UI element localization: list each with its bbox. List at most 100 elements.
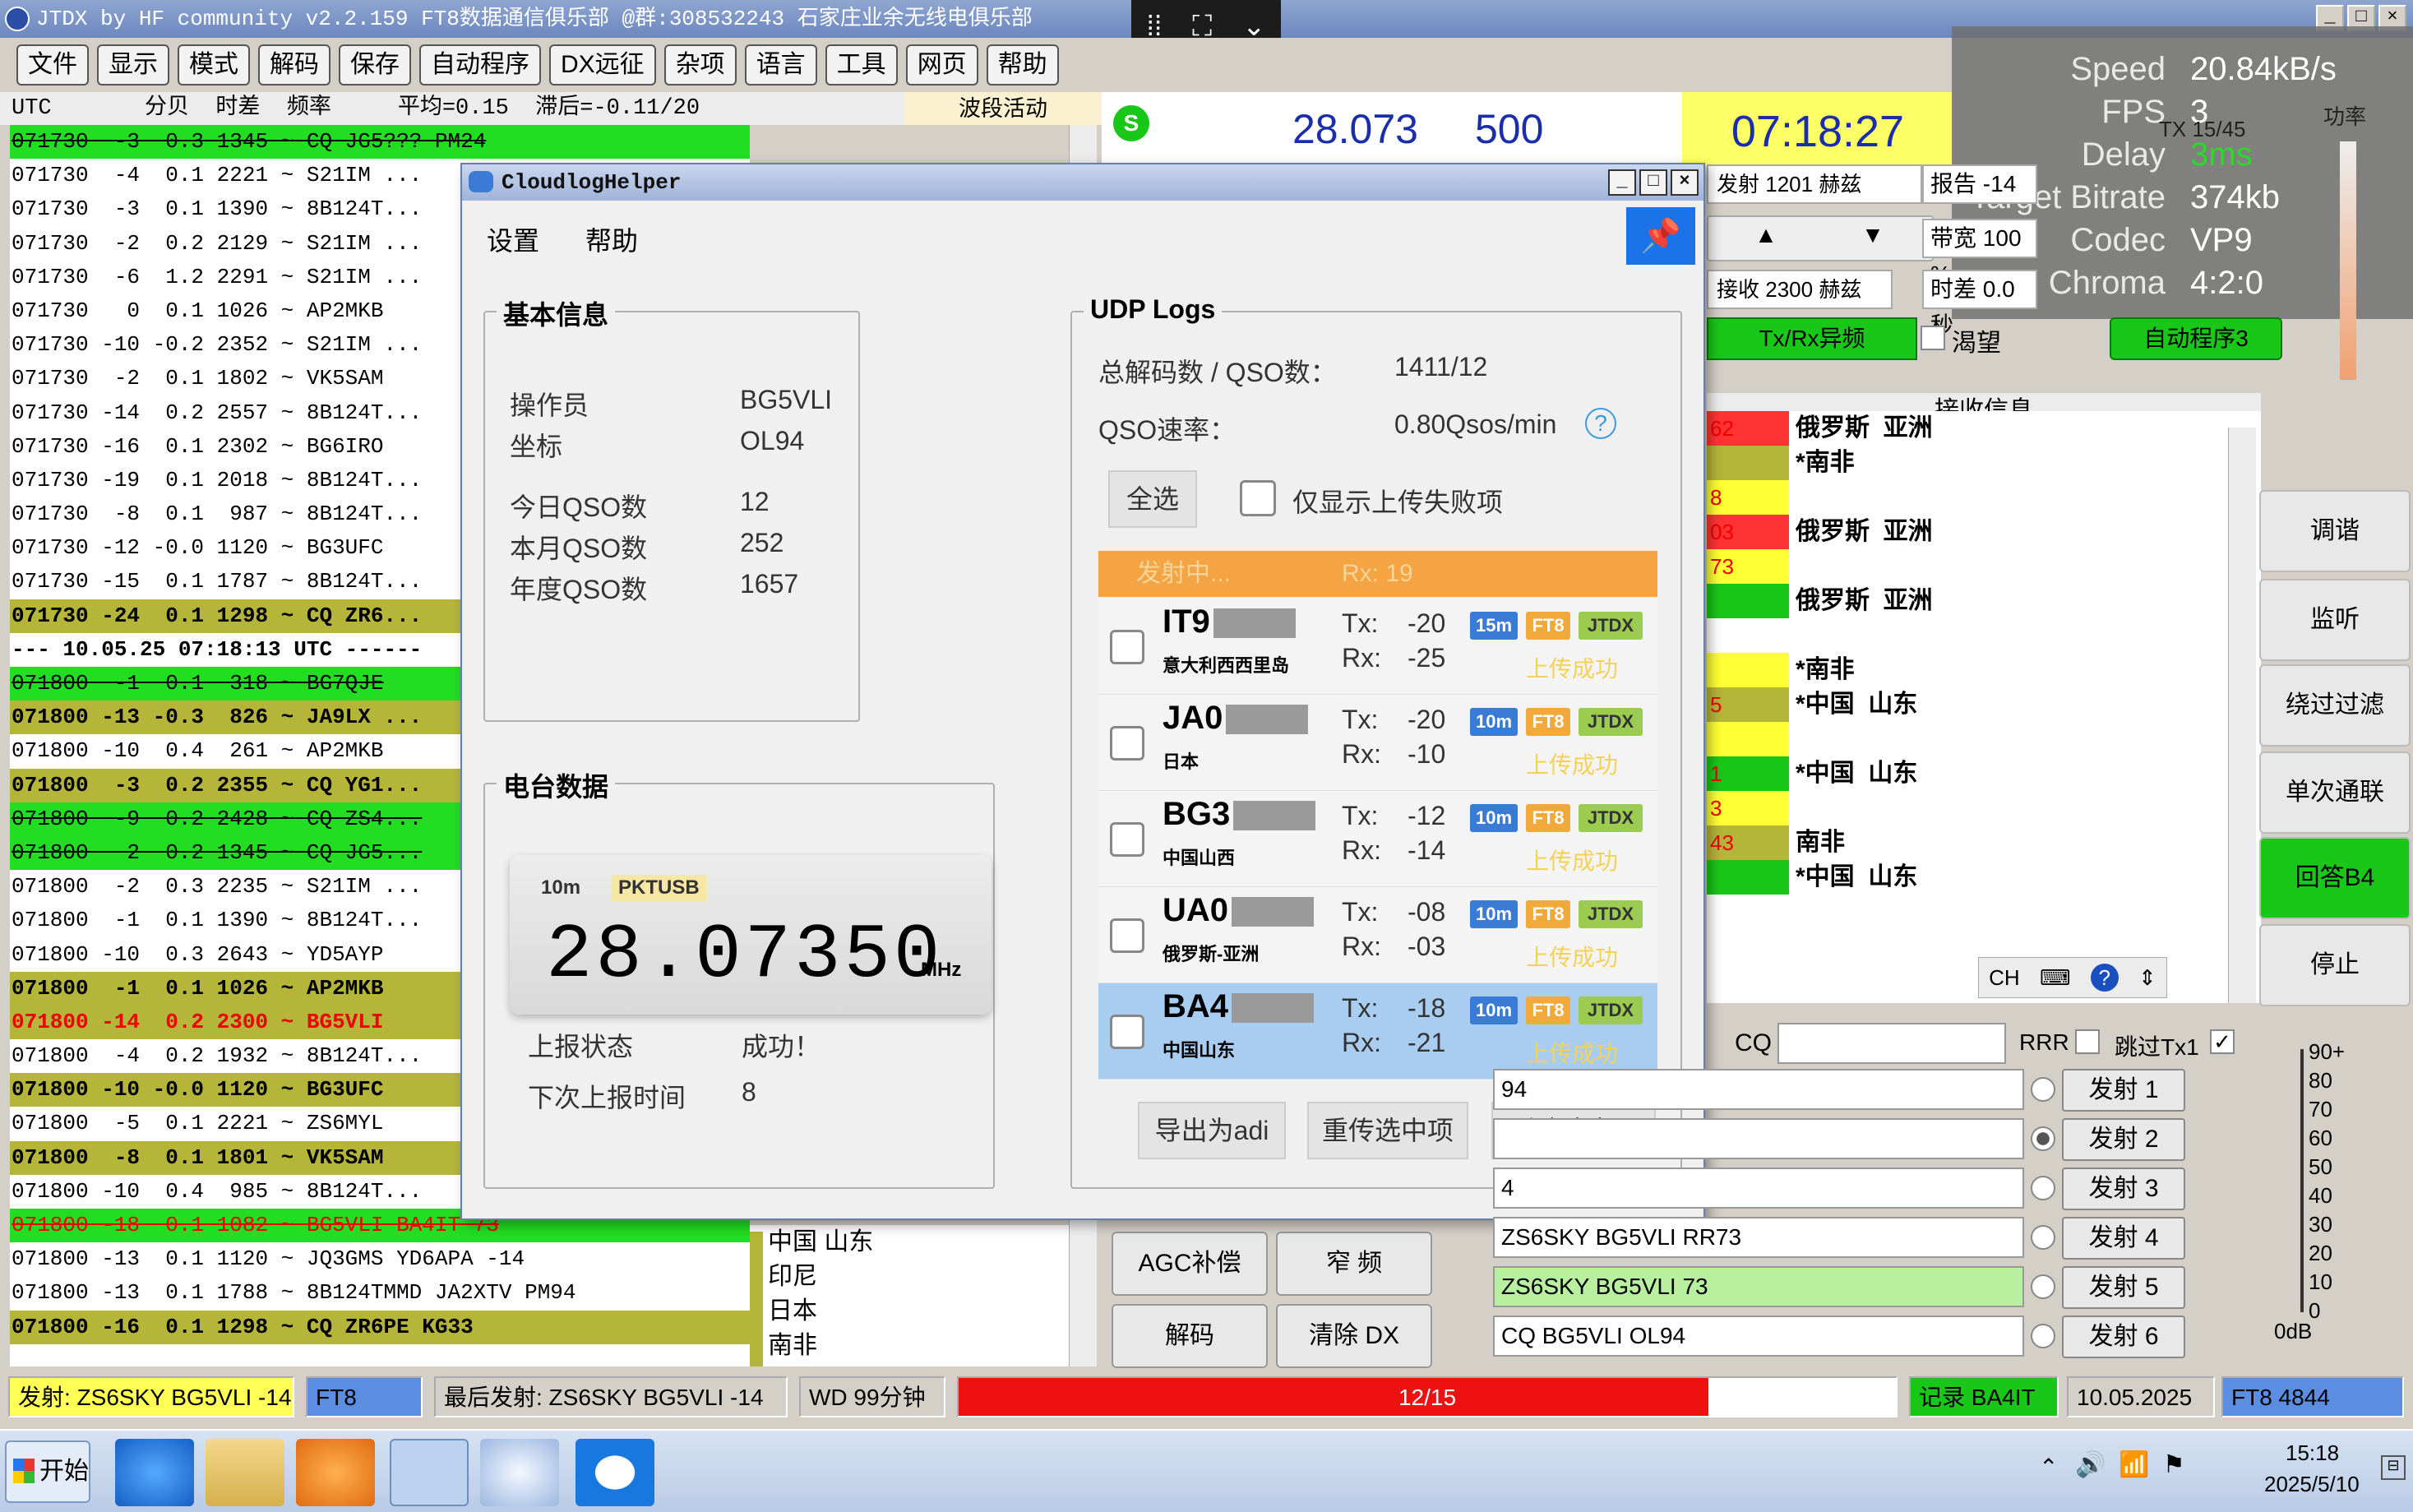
tx-button-5[interactable]: 发射 5 [2062,1266,2185,1309]
tx-radio-4[interactable] [2031,1225,2055,1250]
start-button[interactable]: 开始 [5,1440,90,1503]
bandwidth-field[interactable]: 带宽 100 % [1922,219,2037,287]
rx-row[interactable]: 8 [1707,480,2261,515]
jtdx-task-icon[interactable] [480,1439,559,1506]
show-desktop-icon[interactable]: ⊟ [2381,1455,2406,1480]
narrow-button[interactable]: 窄 频 [1276,1232,1432,1296]
dialog-maximize-button[interactable]: □ [1639,169,1667,196]
log-row[interactable]: 071800 -13 0.1 1120 ~ JQ3GMS YD6APA -14 [10,1242,750,1277]
qso-row[interactable]: BG3 中国山西 Tx: Rx: -12 -14 10m FT8 JTDX 上传成功 [1098,791,1657,887]
rx-row[interactable]: *中国 山东 [1707,860,2261,895]
dialog-close-button[interactable]: × [1671,169,1699,196]
rx-row[interactable]: 俄罗斯 亚洲 [1707,584,2261,618]
ch-button[interactable]: CH [1989,965,2020,991]
log-row[interactable]: 071730 -3 0.3 1345 ~ CQ JG5??? PM24 [10,125,750,160]
qso-row[interactable]: UA0 俄罗斯-亚洲 Tx: Rx: -08 -03 10m FT8 JTDX 上传成功 [1098,887,1657,983]
qso-row[interactable]: IT9 意大利西西里岛 Tx: Rx: -20 -25 15m FT8 JTDX 上传成功 [1098,599,1657,695]
skip-tx1-checkbox[interactable]: ✓ [2210,1029,2235,1054]
menu-3[interactable]: 解码 [258,44,331,86]
right-button-5[interactable]: 停止 [2259,924,2411,1006]
menu-0[interactable]: 文件 [16,44,89,86]
tx-message-field-6[interactable]: CQ BG5VLI OL94 [1493,1315,2024,1357]
tx-message-field-4[interactable]: ZS6SKY BG5VLI RR73 [1493,1217,2024,1258]
rx-row[interactable]: *南非 [1707,653,2261,687]
qso-checkbox[interactable] [1110,726,1144,761]
agc-button[interactable]: AGC补偿 [1112,1232,1268,1296]
qso-list[interactable]: IT9 意大利西西里岛 Tx: Rx: -20 -25 15m FT8 JTDX 上传成功 JA0 日… [1098,599,1657,1080]
folder-icon[interactable] [206,1439,284,1506]
rx-row[interactable] [1707,618,2261,653]
select-all-button[interactable]: 全选 [1108,470,1197,528]
tx-radio-3[interactable] [2031,1176,2055,1200]
only-failed-checkbox[interactable] [1240,480,1276,516]
tx-radio-1[interactable] [2031,1077,2055,1102]
tx-button-1[interactable]: 发射 1 [2062,1069,2185,1112]
cq-field[interactable] [1777,1023,2006,1064]
tx-frequency-field[interactable]: 发射 1201 赫兹 [1707,164,1953,204]
dt-field[interactable]: 时差 0.0 秒 [1922,270,2037,338]
tx-message-field-2[interactable] [1493,1118,2024,1159]
cloudloghelper-task-icon[interactable] [390,1439,469,1506]
tray-icons[interactable]: 🔊📶⚑ [2075,1450,2198,1479]
log-row[interactable]: 071800 -13 0.1 1788 ~ 8B124TMMD JA2XTV P… [10,1276,750,1311]
menu-4[interactable]: 保存 [339,44,411,86]
menu-5[interactable]: 自动程序 [419,44,541,86]
menu-2[interactable]: 模式 [178,44,250,86]
qso-checkbox[interactable] [1110,822,1144,857]
tx-message-field-1[interactable]: 94 [1493,1069,2024,1110]
menu-11[interactable]: 帮助 [986,44,1059,86]
qso-checkbox[interactable] [1110,630,1144,664]
help-icon[interactable]: ? [1585,408,1616,439]
tx-button-2[interactable]: 发射 2 [2062,1118,2185,1161]
qso-checkbox[interactable] [1110,1015,1144,1049]
tray-expand-icon[interactable]: ⌃ [2039,1454,2058,1481]
rx-frequency-field[interactable]: 接收 2300 赫兹 [1707,270,1893,309]
rx-row[interactable]: 03 俄罗斯 亚洲 [1707,515,2261,549]
qso-checkbox[interactable] [1110,918,1144,953]
right-button-3[interactable]: 单次通联 [2259,751,2411,834]
right-button-0[interactable]: 调谐 [2259,490,2411,572]
rx-row[interactable]: 3 [1707,791,2261,825]
rx-row[interactable]: 62 俄罗斯 亚洲 [1707,411,2261,446]
tx-button-4[interactable]: 发射 4 [2062,1217,2185,1260]
tx-button-3[interactable]: 发射 3 [2062,1168,2185,1210]
qso-row[interactable]: JA0 日本 Tx: Rx: -20 -10 10m FT8 JTDX 上传成功 [1098,695,1657,791]
menu-1[interactable]: 显示 [97,44,169,86]
rx-row[interactable]: 5 *中国 山东 [1707,687,2261,722]
log-row[interactable]: 071800 -16 0.1 1298 ~ CQ ZR6PE KG33 [10,1310,750,1344]
down-arrow-icon[interactable]: ▼ [1832,222,1914,257]
help-icon[interactable]: ? [2090,964,2119,992]
tx-radio-5[interactable] [2031,1274,2055,1299]
help-menu[interactable]: 帮助 [585,220,638,258]
qso-row[interactable]: BA4 中国山东 Tx: Rx: -18 -21 10m FT8 JTDX 上传成功 [1098,983,1657,1080]
keyboard-icon[interactable]: ⌨ [2040,965,2071,991]
txrx-split-button[interactable]: Tx/Rx异频 [1707,317,1917,360]
clear-dx-button[interactable]: 清除 DX [1276,1304,1432,1368]
retry-selected-button[interactable]: 重传选中项 [1307,1102,1468,1159]
rx-row[interactable]: 1 *中国 山东 [1707,756,2261,791]
right-button-4[interactable]: 回答B4 [2259,837,2411,919]
pin-icon[interactable]: 📌 [1626,207,1695,265]
spinner-icon[interactable]: ⇕ [2138,965,2156,991]
menu-10[interactable]: 网页 [905,44,978,86]
wish-checkbox[interactable] [1921,326,1945,350]
menu-9[interactable]: 工具 [825,44,898,86]
report-field[interactable]: 报告 -14 [1922,164,2037,204]
media-player-icon[interactable] [296,1439,375,1506]
rx-scrollbar[interactable] [2228,428,2256,1003]
rx-row[interactable]: 73 [1707,549,2261,584]
tx-button-6[interactable]: 发射 6 [2062,1315,2185,1358]
rrr-checkbox[interactable] [2075,1029,2100,1054]
tx-radio-2[interactable] [2031,1126,2055,1151]
rx-info-list[interactable]: 62 俄罗斯 亚洲 *南非 8 03 俄罗斯 亚洲 73 俄罗斯 亚洲 *南非 5 *中国 山东 1 *… [1707,411,2261,1003]
power-slider[interactable] [2340,141,2356,380]
autoseq-button[interactable]: 自动程序3 [2110,317,2282,360]
menu-8[interactable]: 语言 [744,44,817,86]
export-adi-button[interactable]: 导出为adi [1138,1102,1286,1159]
right-button-1[interactable]: 监听 [2259,579,2411,661]
up-arrow-icon[interactable]: ▲ [1725,222,1807,257]
ie-icon[interactable] [115,1439,194,1506]
menu-6[interactable]: DX远征 [549,44,656,86]
sync-icon[interactable] [576,1439,654,1506]
rx-row[interactable] [1707,722,2261,756]
